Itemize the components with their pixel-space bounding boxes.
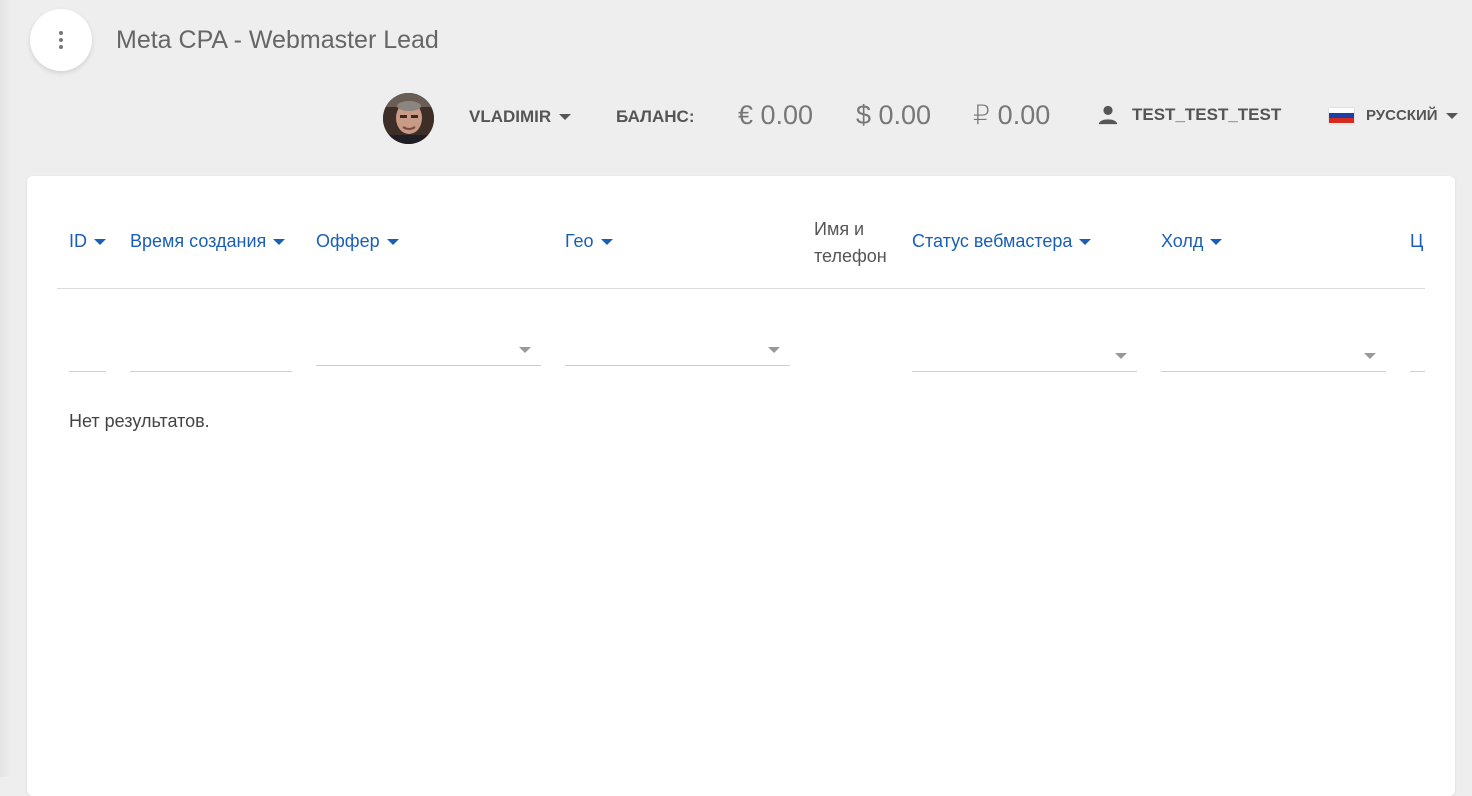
person-icon bbox=[1098, 105, 1118, 125]
column-label: Ц bbox=[1410, 231, 1424, 251]
avatar-photo bbox=[383, 93, 434, 144]
account-name: TEST_TEST_TEST bbox=[1132, 105, 1282, 124]
column-header-id[interactable]: ID bbox=[69, 231, 106, 252]
top-bar: VLADIMIR БАЛАНС: € 0.00 $ 0.00 ₽ 0.00 TE… bbox=[0, 92, 1472, 144]
column-header-hold[interactable]: Холд bbox=[1161, 231, 1223, 252]
caret-down-icon bbox=[559, 114, 572, 120]
balance-usd: $ 0.00 bbox=[856, 100, 932, 130]
balance-label: БАЛАНС: bbox=[616, 107, 695, 126]
filter-offer-select[interactable] bbox=[316, 335, 541, 366]
user-name: VLADIMIR bbox=[469, 107, 552, 126]
caret-down-icon bbox=[273, 238, 286, 245]
column-label: Имя и телефон bbox=[814, 219, 887, 266]
language-label: РУССКИЙ bbox=[1366, 107, 1438, 124]
column-header-offer[interactable]: Оффер bbox=[316, 231, 399, 252]
chevron-down-icon bbox=[1364, 353, 1376, 359]
caret-down-icon bbox=[1079, 238, 1092, 245]
filter-created-time-input[interactable] bbox=[130, 341, 292, 372]
balance-rub: ₽ 0.00 bbox=[973, 100, 1051, 130]
menu-button[interactable] bbox=[30, 9, 92, 71]
filter-webmaster-status-select[interactable] bbox=[912, 341, 1137, 372]
column-header-price[interactable]: Ц bbox=[1410, 231, 1425, 252]
chevron-down-icon bbox=[768, 347, 780, 353]
empty-results-text: Нет результатов. bbox=[69, 411, 210, 431]
caret-down-icon bbox=[94, 238, 106, 245]
column-header-geo[interactable]: Гео bbox=[565, 231, 613, 252]
balance-eur: € 0.00 bbox=[738, 100, 814, 130]
header-divider bbox=[57, 288, 1425, 289]
filter-id-input[interactable] bbox=[69, 341, 106, 372]
page-title: Meta CPA - Webmaster Lead bbox=[116, 26, 439, 54]
column-header-name-phone: Имя и телефон bbox=[814, 216, 904, 270]
caret-down-icon bbox=[1445, 112, 1458, 119]
filter-price-input[interactable] bbox=[1410, 341, 1425, 372]
more-vertical-icon bbox=[59, 31, 63, 49]
user-menu[interactable]: VLADIMIR bbox=[469, 107, 572, 127]
russian-flag-icon bbox=[1329, 107, 1354, 124]
language-menu[interactable]: РУССКИЙ bbox=[1329, 107, 1458, 124]
chevron-down-icon bbox=[519, 347, 531, 353]
caret-down-icon bbox=[386, 238, 399, 245]
column-header-created-time[interactable]: Время создания bbox=[130, 231, 286, 252]
column-label: Время создания bbox=[130, 231, 267, 251]
column-label: Холд bbox=[1161, 231, 1204, 251]
filter-hold-select[interactable] bbox=[1161, 341, 1386, 372]
chevron-down-icon bbox=[1115, 353, 1127, 359]
column-label: Гео bbox=[565, 231, 594, 251]
column-label: ID bbox=[69, 231, 87, 251]
column-label: Оффер bbox=[316, 231, 380, 251]
account-menu[interactable]: TEST_TEST_TEST bbox=[1097, 104, 1281, 126]
column-label: Статус вебмастера bbox=[912, 231, 1073, 251]
leads-grid-card: ID Время создания Оффер Гео Имя и телефо… bbox=[27, 176, 1455, 796]
column-header-webmaster-status[interactable]: Статус вебмастера bbox=[912, 231, 1092, 252]
filter-geo-select[interactable] bbox=[565, 335, 790, 366]
caret-down-icon bbox=[1210, 238, 1223, 245]
caret-down-icon bbox=[600, 238, 613, 245]
avatar[interactable] bbox=[383, 93, 434, 144]
